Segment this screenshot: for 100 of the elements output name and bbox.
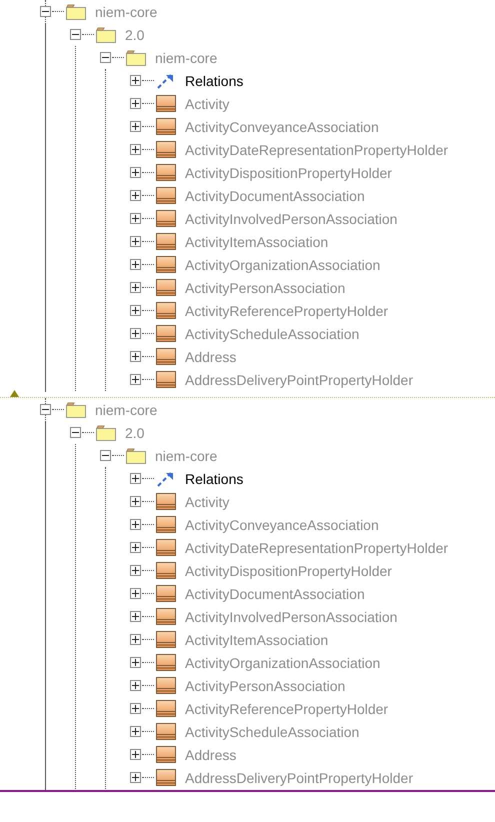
class-icon [156, 539, 176, 556]
expand-toggle[interactable] [130, 496, 141, 507]
package-label[interactable]: niem-core [95, 402, 158, 418]
class-icon [156, 769, 176, 786]
class-label[interactable]: ActivityDateRepresentationPropertyHolder [185, 142, 448, 158]
collapse-toggle[interactable] [70, 29, 81, 40]
expand-toggle[interactable] [130, 772, 141, 783]
dashed-arrow-icon [156, 72, 176, 88]
expand-toggle[interactable] [130, 282, 141, 293]
relations-label[interactable]: Relations [185, 470, 244, 486]
class-icon [156, 746, 176, 763]
class-label[interactable]: ActivityInvolvedPersonAssociation [185, 210, 398, 226]
expand-toggle[interactable] [130, 328, 141, 339]
expand-toggle[interactable] [130, 542, 141, 553]
folder-icon [96, 26, 116, 42]
class-label[interactable]: Activity [185, 494, 230, 510]
class-icon [156, 723, 176, 740]
class-icon [156, 654, 176, 671]
expand-toggle[interactable] [130, 374, 141, 385]
collapse-toggle[interactable] [40, 6, 51, 17]
expand-toggle[interactable] [130, 634, 141, 645]
expand-toggle[interactable] [130, 726, 141, 737]
class-icon [156, 302, 176, 319]
class-label[interactable]: ActivityDocumentAssociation [185, 188, 365, 204]
collapse-toggle[interactable] [100, 52, 111, 63]
collapse-toggle[interactable] [100, 450, 111, 461]
expand-toggle[interactable] [130, 121, 141, 132]
class-label[interactable]: Activity [185, 96, 230, 112]
expand-toggle[interactable] [130, 588, 141, 599]
class-label[interactable]: ActivityItemAssociation [185, 632, 328, 648]
class-label[interactable]: ActivityConveyanceAssociation [185, 516, 379, 532]
expand-toggle[interactable] [130, 657, 141, 668]
class-label[interactable]: ActivityReferencePropertyHolder [185, 700, 388, 716]
class-icon [156, 631, 176, 648]
class-icon [156, 95, 176, 112]
package-label[interactable]: niem-core [155, 448, 218, 464]
class-label[interactable]: ActivityDocumentAssociation [185, 586, 365, 602]
package-label[interactable]: 2.0 [125, 424, 144, 440]
folder-icon [96, 424, 116, 440]
expand-toggle[interactable] [130, 703, 141, 714]
collapse-toggle[interactable] [40, 404, 51, 415]
class-icon [156, 325, 176, 342]
class-label[interactable]: ActivityDateRepresentationPropertyHolder [185, 540, 448, 556]
class-icon [156, 562, 176, 579]
class-label[interactable]: ActivityDispositionPropertyHolder [185, 562, 392, 578]
class-label[interactable]: ActivityReferencePropertyHolder [185, 302, 388, 318]
class-label[interactable]: ActivityPersonAssociation [185, 280, 346, 296]
class-icon [156, 585, 176, 602]
expand-toggle[interactable] [130, 611, 141, 622]
class-icon [156, 256, 176, 273]
relations-label[interactable]: Relations [185, 72, 244, 88]
class-icon [156, 118, 176, 135]
package-label[interactable]: niem-core [95, 4, 158, 20]
class-label[interactable]: Address [185, 746, 236, 762]
expand-toggle[interactable] [130, 144, 141, 155]
class-icon [156, 493, 176, 510]
class-label[interactable]: ActivityScheduleAssociation [185, 326, 360, 342]
class-icon [156, 371, 176, 388]
class-label[interactable]: AddressDeliveryPointPropertyHolder [185, 372, 413, 388]
class-label[interactable]: ActivityOrganizationAssociation [185, 654, 380, 670]
class-label[interactable]: ActivityInvolvedPersonAssociation [185, 608, 398, 624]
expand-toggle[interactable] [130, 75, 141, 86]
folder-icon [66, 4, 86, 20]
collapse-toggle[interactable] [70, 427, 81, 438]
class-label[interactable]: ActivityItemAssociation [185, 234, 328, 250]
folder-icon [126, 50, 146, 66]
folder-icon [126, 448, 146, 464]
expand-toggle[interactable] [130, 259, 141, 270]
class-icon [156, 700, 176, 717]
expand-toggle[interactable] [130, 236, 141, 247]
expand-toggle[interactable] [130, 98, 141, 109]
class-label[interactable]: ActivityConveyanceAssociation [185, 118, 379, 134]
class-icon [156, 348, 176, 365]
dashed-arrow-icon [156, 470, 176, 486]
class-icon [156, 164, 176, 181]
package-label[interactable]: niem-core [155, 50, 218, 66]
class-icon [156, 516, 176, 533]
class-label[interactable]: Address [185, 348, 236, 364]
expand-toggle[interactable] [130, 519, 141, 530]
class-icon [156, 608, 176, 625]
expand-toggle[interactable] [130, 473, 141, 484]
package-label[interactable]: 2.0 [125, 26, 144, 42]
class-label[interactable]: ActivityOrganizationAssociation [185, 256, 380, 272]
class-label[interactable]: AddressDeliveryPointPropertyHolder [185, 770, 413, 786]
expand-toggle[interactable] [130, 351, 141, 362]
expand-toggle[interactable] [130, 565, 141, 576]
class-icon [156, 677, 176, 694]
expand-toggle[interactable] [130, 213, 141, 224]
class-icon [156, 233, 176, 250]
expand-toggle[interactable] [130, 680, 141, 691]
class-label[interactable]: ActivityDispositionPropertyHolder [185, 164, 392, 180]
expand-toggle[interactable] [130, 167, 141, 178]
expand-toggle[interactable] [130, 749, 141, 760]
class-label[interactable]: ActivityPersonAssociation [185, 678, 346, 694]
expand-toggle[interactable] [130, 305, 141, 316]
class-icon [156, 279, 176, 296]
expand-toggle[interactable] [130, 190, 141, 201]
class-icon [156, 187, 176, 204]
triangle-icon [10, 390, 19, 397]
class-label[interactable]: ActivityScheduleAssociation [185, 724, 360, 740]
